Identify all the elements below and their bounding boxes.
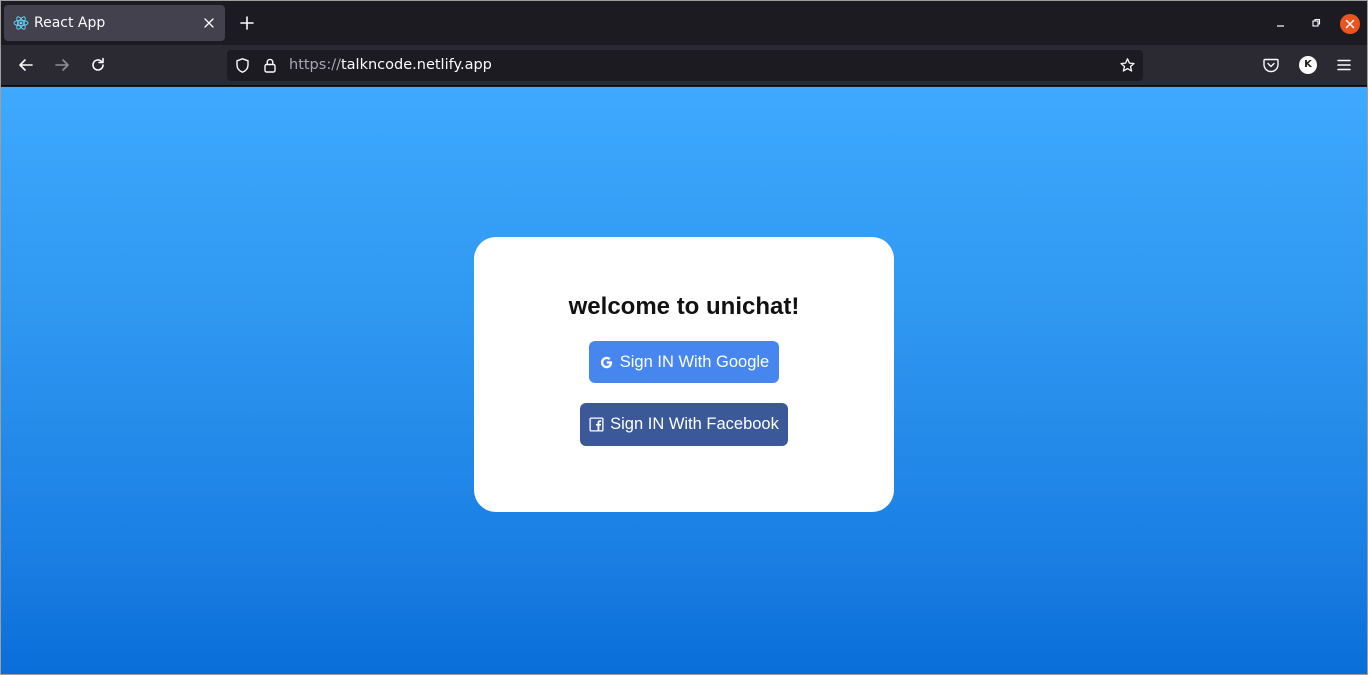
reload-icon[interactable] [88,55,108,75]
lock-icon[interactable] [262,57,278,74]
account-avatar[interactable]: K [1299,56,1317,74]
arrow-right-icon[interactable] [52,55,72,75]
tab-strip: React App [1,1,1367,45]
page-viewport: welcome to unichat! Sign IN With Google … [1,87,1367,674]
google-sign-in-button[interactable]: Sign IN With Google [589,341,779,383]
plus-icon[interactable] [237,13,257,33]
browser-window: React App https://talkncode.netlify.app … [0,0,1368,675]
address-bar[interactable]: https://talkncode.netlify.app [227,50,1143,81]
restore-icon[interactable] [1306,13,1326,33]
arrow-left-icon[interactable] [16,55,36,75]
facebook-sign-in-button[interactable]: Sign IN With Facebook [580,403,788,446]
minimize-icon[interactable] [1271,13,1291,33]
pocket-icon[interactable] [1262,56,1280,74]
window-close-icon[interactable] [1340,14,1360,34]
url-scheme: https:// [289,57,341,73]
close-icon[interactable] [201,15,217,31]
navigation-toolbar: https://talkncode.netlify.app K [1,45,1367,86]
hamburger-menu-icon[interactable] [1335,56,1353,74]
shield-icon[interactable] [234,57,251,74]
tab-title: React App [34,15,106,31]
login-card: welcome to unichat! Sign IN With Google … [474,237,894,512]
react-logo-icon [13,16,29,30]
facebook-f-icon [589,417,604,432]
welcome-title: welcome to unichat! [568,293,800,320]
google-button-label: Sign IN With Google [619,352,770,371]
tab-react-app[interactable]: React App [4,5,225,41]
url-display[interactable]: https://talkncode.netlify.app [289,57,492,74]
facebook-button-label: Sign IN With Facebook [610,415,779,433]
google-g-icon [600,356,612,368]
star-icon[interactable] [1119,57,1136,74]
url-host: talkncode.netlify.app [340,57,492,73]
